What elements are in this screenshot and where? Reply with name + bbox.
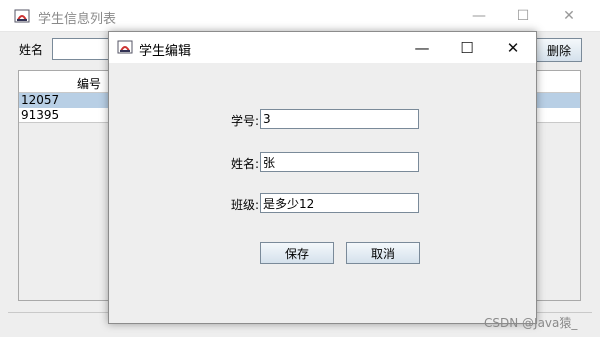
java-app-icon [117, 40, 133, 54]
save-button[interactable]: 保存 [260, 242, 334, 264]
name-search-input[interactable] [52, 38, 112, 60]
class-label: 班级: [230, 198, 259, 212]
table-cell-id: 12057 [21, 93, 60, 107]
watermark: CSDN @Java猿_ [484, 316, 578, 330]
cancel-button[interactable]: 取消 [346, 242, 420, 264]
name-field[interactable] [260, 152, 419, 172]
minimize-icon[interactable]: — [399, 32, 445, 63]
student-id-label: 学号: [230, 114, 259, 128]
close-icon[interactable]: ✕ [546, 0, 592, 32]
student-edit-dialog: 学生编辑 — ☐ ✕ 学号: 姓名: 班级: 保存 取消 [108, 31, 537, 324]
main-titlebar: 学生信息列表 — ☐ ✕ [0, 0, 600, 32]
main-window-title: 学生信息列表 [38, 12, 117, 27]
column-header-id[interactable]: 编号 [77, 75, 101, 92]
close-icon[interactable]: ✕ [490, 32, 536, 63]
maximize-icon[interactable]: ☐ [500, 0, 546, 32]
maximize-icon[interactable]: ☐ [444, 32, 490, 63]
java-app-icon [14, 9, 30, 23]
name-label: 姓名: [230, 157, 259, 171]
delete-button[interactable]: 删除 [536, 38, 582, 62]
table-cell-id: 91395 [21, 108, 60, 122]
dialog-titlebar[interactable]: 学生编辑 — ☐ ✕ [109, 32, 536, 63]
dialog-title: 学生编辑 [139, 44, 192, 59]
name-search-label: 姓名 [19, 43, 44, 57]
class-field[interactable] [260, 193, 419, 213]
student-id-field[interactable] [260, 109, 419, 129]
minimize-icon[interactable]: — [456, 0, 502, 32]
